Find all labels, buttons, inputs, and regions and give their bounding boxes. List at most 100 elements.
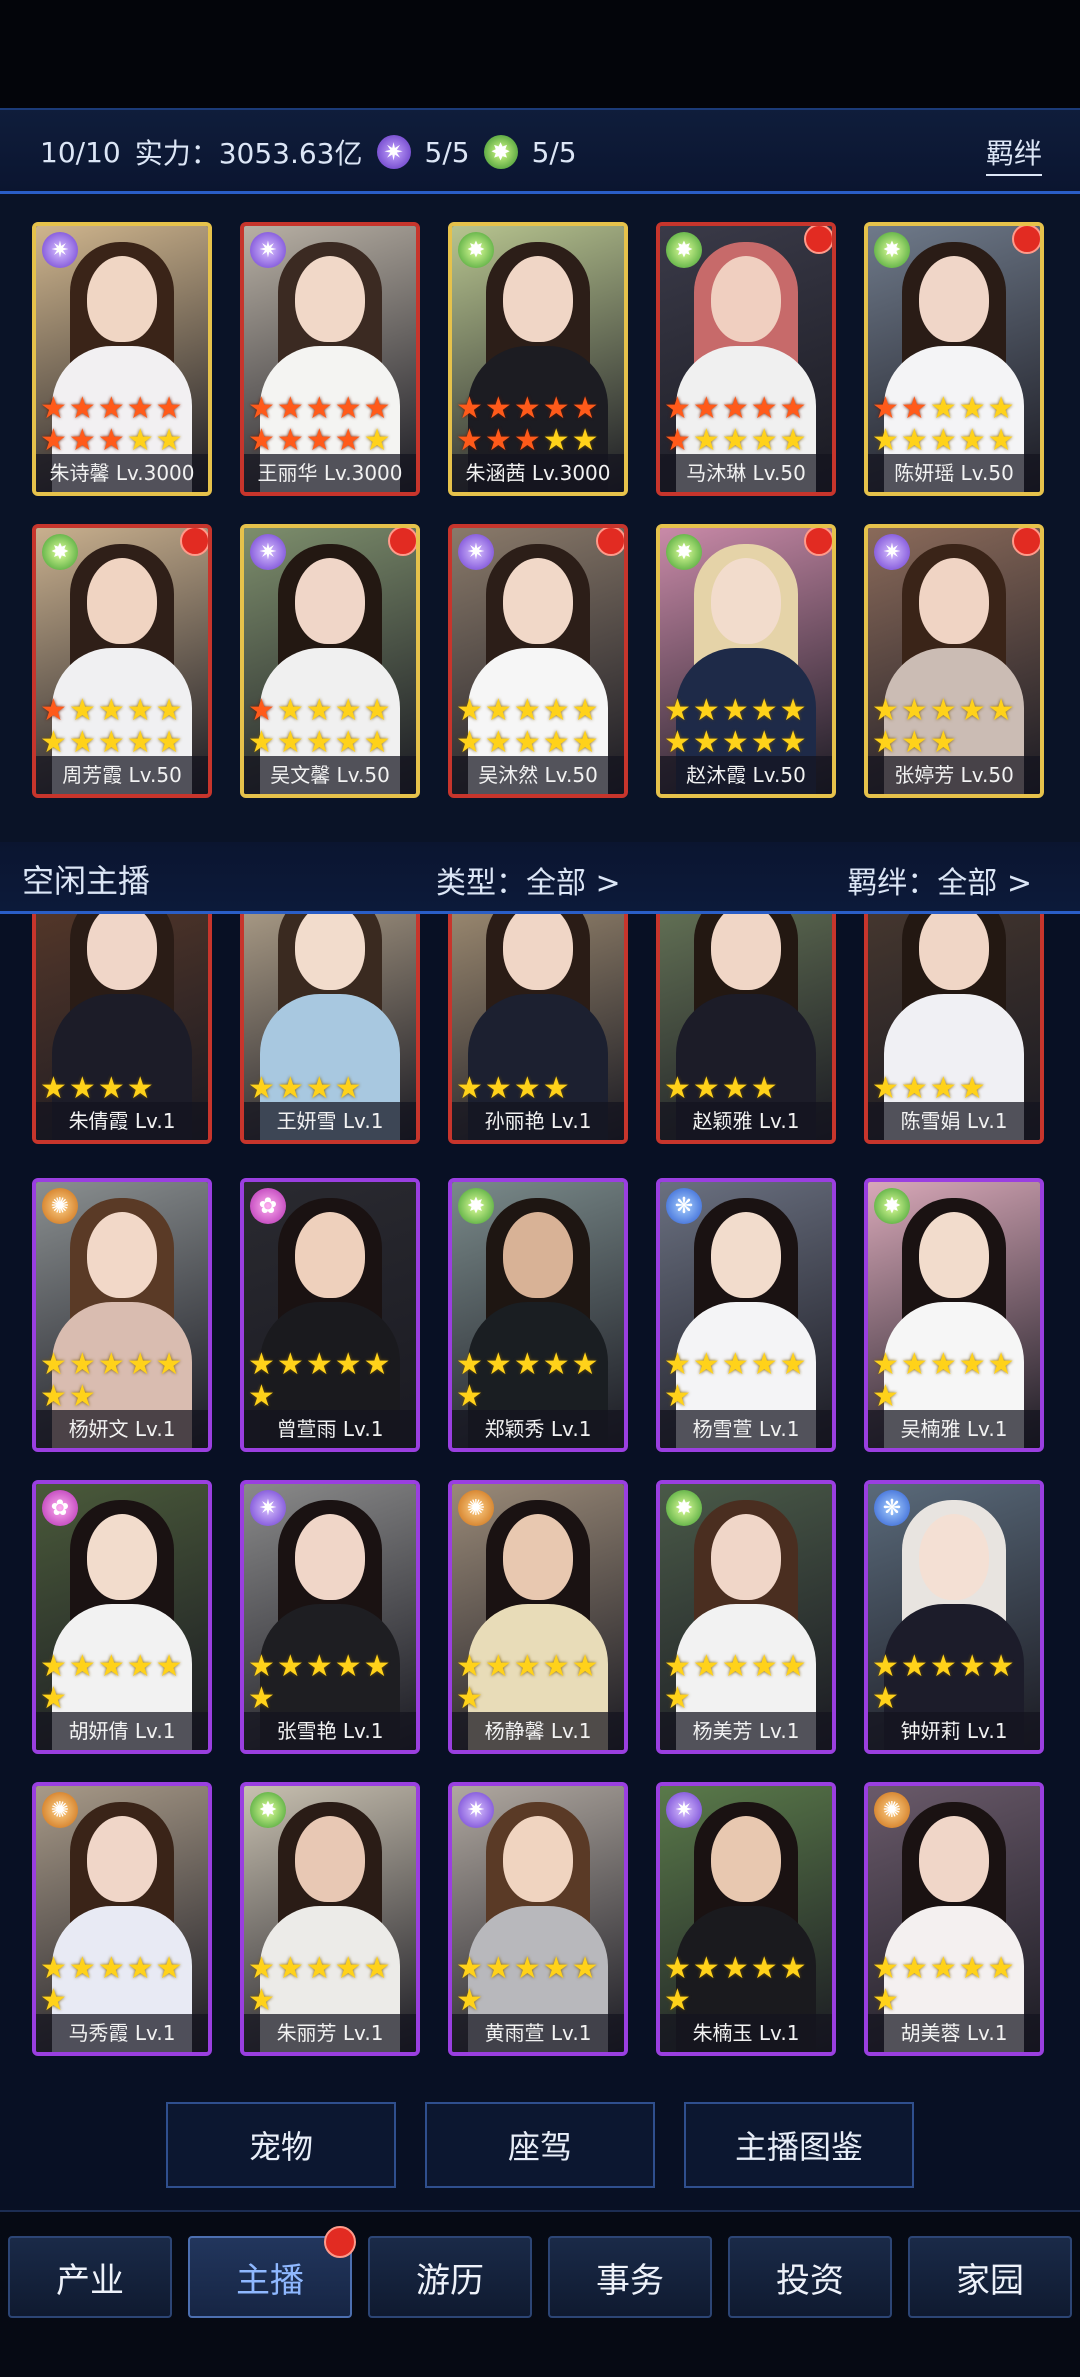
- streamer-card[interactable]: ★ ★ ★ ★ 孙丽艳 Lv.1: [448, 914, 628, 1144]
- streamer-card[interactable]: ✸ ★ ★ ★ ★ ★ ★ 郑颖秀 Lv.1: [448, 1178, 628, 1452]
- star-icon: ★: [97, 1071, 125, 1106]
- star-icon: ★: [664, 1379, 691, 1414]
- streamer-card[interactable]: ✿ ★ ★ ★ ★ ★ ★ 胡妍倩 Lv.1: [32, 1480, 212, 1754]
- star-icon: ★: [276, 423, 304, 458]
- nav-invest[interactable]: 投资: [728, 2236, 892, 2318]
- star-icon: ★: [721, 1649, 749, 1684]
- streamer-card[interactable]: ✿ ★ ★ ★ ★ ★ ★ 曾萱雨 Lv.1: [240, 1178, 420, 1452]
- star-icon: ★: [750, 1649, 778, 1684]
- streamer-card[interactable]: ❋ ★ ★ ★ ★ ★ ★ 杨雪萱 Lv.1: [656, 1178, 836, 1452]
- star-icon: ★: [929, 1649, 957, 1684]
- star-icon: ★: [692, 725, 720, 760]
- notification-dot: [804, 226, 832, 254]
- pet-button[interactable]: 宠物: [166, 2102, 396, 2188]
- streamer-card[interactable]: ✷ ★ ★ ★ ★ ★ ★ ★ ★ ★ ★ 吴文馨 Lv.50: [240, 524, 420, 798]
- streamer-card[interactable]: ❋ ★ ★ ★ ★ ★ ★ 钟妍莉 Lv.1: [864, 1480, 1044, 1754]
- nav-affairs[interactable]: 事务: [548, 2236, 712, 2318]
- star-icon: ★: [513, 391, 541, 426]
- star-icon: ★: [872, 1347, 899, 1382]
- streamer-name: 郑颖秀 Lv.1: [452, 1410, 624, 1448]
- star-icon: ★: [305, 423, 333, 458]
- star-icon: ★: [664, 1681, 691, 1716]
- streamer-name: 王妍雪 Lv.1: [244, 1102, 416, 1140]
- star-icon: ★: [97, 423, 125, 458]
- portrait-face: [295, 1816, 365, 1902]
- star-icon: ★: [126, 423, 154, 458]
- nav-industry[interactable]: 产业: [8, 2236, 172, 2318]
- star-icon: ★: [40, 693, 67, 728]
- streamer-card[interactable]: ✷ ★ ★ ★ ★ ★ ★ ★ ★ ★ ★ 吴沐然 Lv.50: [448, 524, 628, 798]
- star-icon: ★: [456, 1347, 483, 1382]
- streamer-card[interactable]: ✷ ★ ★ ★ ★ ★ ★ 朱楠玉 Lv.1: [656, 1782, 836, 2056]
- magenta-element-icon: ✿: [42, 1490, 78, 1526]
- star-icon: ★: [872, 1649, 899, 1684]
- mount-button[interactable]: 座驾: [425, 2102, 655, 2188]
- star-icon: ★: [900, 693, 928, 728]
- nav-streamer-label: 主播: [236, 2260, 304, 2301]
- star-icon: ★: [456, 391, 483, 426]
- nav-streamer[interactable]: 主播: [188, 2226, 356, 2318]
- star-icon: ★: [305, 725, 333, 760]
- star-rating: ★ ★ ★ ★: [664, 1074, 828, 1104]
- streamer-card[interactable]: ✸ ★ ★ ★ ★ ★ ★ ★ ★ ★ ★ 周芳霞 Lv.50: [32, 524, 212, 798]
- portrait-face: [503, 558, 573, 644]
- streamer-card[interactable]: ✷ ★ ★ ★ ★ ★ ★ ★ ★ 张婷芳 Lv.50: [864, 524, 1044, 798]
- streamer-card[interactable]: ✺ ★ ★ ★ ★ ★ ★ 胡美蓉 Lv.1: [864, 1782, 1044, 2056]
- streamer-name: 胡妍倩 Lv.1: [36, 1712, 208, 1750]
- streamer-name: 朱楠玉 Lv.1: [660, 2014, 832, 2052]
- streamer-card[interactable]: ✸ ★ ★ ★ ★ ★ ★ 吴楠雅 Lv.1: [864, 1178, 1044, 1452]
- streamer-card[interactable]: ✸ ★ ★ ★ ★ ★ ★ ★ ★ ★ ★ 马沐琳 Lv.50: [656, 222, 836, 496]
- star-icon: ★: [513, 693, 541, 728]
- star-icon: ★: [750, 725, 778, 760]
- streamer-card[interactable]: ★ ★ ★ ★ 王妍雪 Lv.1: [240, 914, 420, 1144]
- streamer-card[interactable]: ★ ★ ★ ★ 赵颖雅 Lv.1: [656, 914, 836, 1144]
- star-icon: ★: [987, 1951, 1015, 1986]
- portrait-face: [87, 914, 157, 990]
- streamer-card[interactable]: ✷ ★ ★ ★ ★ ★ ★ ★ ★ ★ ★ 朱诗馨 Lv.3000: [32, 222, 212, 496]
- bond-filter[interactable]: 羁绊：全部 >: [847, 858, 1032, 902]
- purple-element-icon: ✷: [42, 232, 78, 268]
- star-icon: ★: [305, 1071, 333, 1106]
- star-icon: ★: [484, 1071, 512, 1106]
- nav-travel[interactable]: 游历: [368, 2236, 532, 2318]
- streamer-card[interactable]: ✷ ★ ★ ★ ★ ★ ★ ★ ★ ★ ★ 王丽华 Lv.3000: [240, 222, 420, 496]
- star-icon: ★: [958, 423, 986, 458]
- star-icon: ★: [334, 423, 362, 458]
- star-icon: ★: [363, 693, 391, 728]
- star-rating: ★ ★ ★ ★ ★ ★ ★ ★: [872, 696, 1036, 758]
- star-icon: ★: [40, 1347, 67, 1382]
- green-element-icon: ✸: [666, 1490, 702, 1526]
- streamer-card[interactable]: ★ ★ ★ ★ 陈雪娟 Lv.1: [864, 914, 1044, 1144]
- status-bar: [0, 0, 1080, 108]
- star-icon: ★: [721, 391, 749, 426]
- purple-element-icon: ✷: [874, 534, 910, 570]
- streamer-gallery-button[interactable]: 主播图鉴: [684, 2102, 914, 2188]
- gem1-value: 5/5: [424, 135, 470, 169]
- star-icon: ★: [276, 1347, 304, 1382]
- streamer-name: 朱丽芳 Lv.1: [244, 2014, 416, 2052]
- streamer-card[interactable]: ✸ ★ ★ ★ ★ ★ ★ 杨美芳 Lv.1: [656, 1480, 836, 1754]
- streamer-card[interactable]: ✺ ★ ★ ★ ★ ★ ★ ★ 杨妍文 Lv.1: [32, 1178, 212, 1452]
- portrait-face: [295, 1212, 365, 1298]
- star-icon: ★: [692, 693, 720, 728]
- streamer-card[interactable]: ✷ ★ ★ ★ ★ ★ ★ 张雪艳 Lv.1: [240, 1480, 420, 1754]
- streamer-card[interactable]: ✸ ★ ★ ★ ★ ★ ★ ★ ★ ★ ★ 陈妍瑶 Lv.50: [864, 222, 1044, 496]
- streamer-card[interactable]: ✸ ★ ★ ★ ★ ★ ★ 朱丽芳 Lv.1: [240, 1782, 420, 2056]
- portrait-face: [295, 256, 365, 342]
- star-icon: ★: [276, 1951, 304, 1986]
- star-icon: ★: [40, 423, 67, 458]
- streamer-card[interactable]: ✷ ★ ★ ★ ★ ★ ★ 黄雨萱 Lv.1: [448, 1782, 628, 2056]
- streamer-card[interactable]: ✸ ★ ★ ★ ★ ★ ★ ★ ★ ★ ★ 赵沐霞 Lv.50: [656, 524, 836, 798]
- streamer-card[interactable]: ★ ★ ★ ★ 朱倩霞 Lv.1: [32, 914, 212, 1144]
- portrait-face: [295, 558, 365, 644]
- streamer-card[interactable]: ✺ ★ ★ ★ ★ ★ ★ 杨静馨 Lv.1: [448, 1480, 628, 1754]
- bond-button[interactable]: 羁绊: [985, 132, 1042, 176]
- streamer-card[interactable]: ✸ ★ ★ ★ ★ ★ ★ ★ ★ ★ ★ 朱涵茜 Lv.3000: [448, 222, 628, 496]
- star-icon: ★: [900, 1951, 928, 1986]
- bottom-button-row: 宠物 座驾 主播图鉴: [0, 2102, 1080, 2190]
- star-icon: ★: [68, 693, 96, 728]
- star-icon: ★: [248, 423, 275, 458]
- streamer-card[interactable]: ✺ ★ ★ ★ ★ ★ ★ 马秀霞 Lv.1: [32, 1782, 212, 2056]
- type-filter[interactable]: 类型：全部 >: [436, 858, 621, 902]
- nav-home[interactable]: 家园: [908, 2236, 1072, 2318]
